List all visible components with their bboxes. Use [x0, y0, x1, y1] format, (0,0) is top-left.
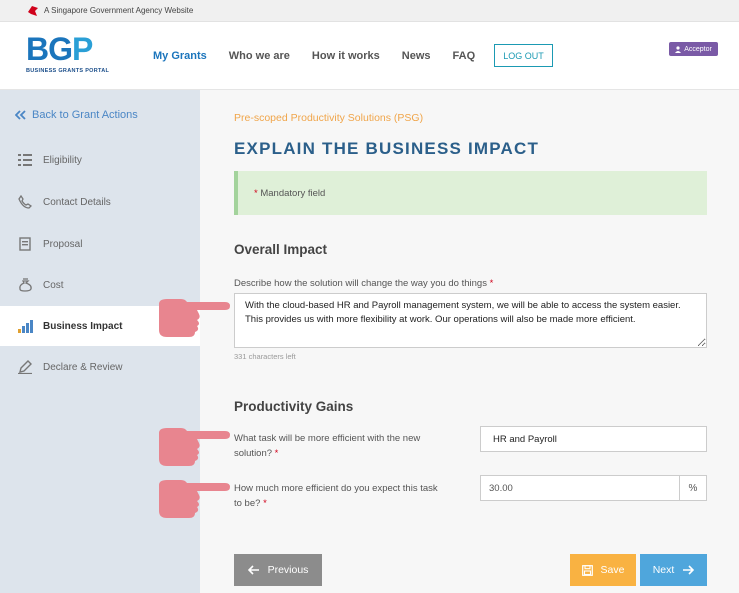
grant-scheme-name: Pre-scoped Productivity Solutions (PSG): [234, 112, 424, 124]
overall-impact-textarea[interactable]: With the cloud-based HR and Payroll mana…: [234, 293, 707, 348]
arrow-right-icon: [683, 565, 695, 575]
efficiency-percentage-label: How much more efficient do you expect th…: [234, 483, 438, 509]
sidebar-item-declare-review[interactable]: Declare & Review: [0, 347, 200, 387]
site-header: BGP BUSINESS GRANTS PORTAL My Grants Who…: [0, 22, 739, 90]
sidebar-item-label: Cost: [43, 279, 64, 291]
overall-impact-label: Describe how the solution will change th…: [234, 278, 494, 289]
sidebar-item-label: Declare & Review: [43, 361, 123, 373]
logout-button[interactable]: LOG OUT: [494, 44, 553, 67]
pointing-hand-icon: [159, 428, 230, 466]
pointing-hand-icon: [159, 299, 230, 337]
sidebar-item-label: Business Impact: [43, 320, 123, 332]
role-badge[interactable]: Acceptor: [669, 42, 718, 56]
role-badge-label: Acceptor: [684, 45, 712, 53]
main-content: Pre-scoped Productivity Solutions (PSG) …: [200, 90, 739, 593]
main-nav: My Grants Who we are How it works News F…: [153, 50, 497, 62]
overall-impact-title: Overall Impact: [234, 242, 328, 257]
money-bag-icon: [17, 277, 33, 293]
back-link-label: Back to Grant Actions: [32, 109, 138, 121]
page-title: EXPLAIN THE BUSINESS IMPACT: [234, 139, 540, 158]
bar-chart-icon: [17, 318, 33, 334]
arrow-left-icon: [247, 565, 259, 575]
sidebar-item-label: Proposal: [43, 238, 83, 250]
sidebar-item-proposal[interactable]: Proposal: [0, 224, 200, 264]
government-banner-text: A Singapore Government Agency Website: [44, 6, 194, 15]
next-button-label: Next: [652, 564, 675, 576]
nav-faq[interactable]: FAQ: [453, 50, 476, 62]
character-count: 331 characters left: [234, 352, 296, 361]
save-button-label: Save: [600, 564, 625, 576]
logo-subtitle: BUSINESS GRANTS PORTAL: [26, 68, 110, 74]
person-icon: [675, 45, 682, 53]
logo-mark: BGP: [26, 31, 93, 67]
list-icon: [17, 152, 33, 168]
back-to-grant-actions-link[interactable]: Back to Grant Actions: [15, 109, 138, 121]
efficient-task-label: What task will be more efficient with th…: [234, 433, 421, 459]
sidebar-item-eligibility[interactable]: Eligibility: [0, 140, 200, 180]
document-icon: [17, 236, 33, 252]
nav-news[interactable]: News: [402, 50, 431, 62]
productivity-gains-title: Productivity Gains: [234, 399, 354, 414]
save-button[interactable]: Save: [570, 554, 636, 586]
previous-button-label: Previous: [267, 564, 309, 576]
next-button[interactable]: Next: [640, 554, 707, 586]
sidebar-item-contact-details[interactable]: Contact Details: [0, 182, 200, 222]
pen-icon: [17, 359, 33, 375]
bgp-logo[interactable]: BGP BUSINESS GRANTS PORTAL: [26, 32, 109, 74]
mandatory-field-text: Mandatory field: [260, 188, 326, 199]
nav-my-grants[interactable]: My Grants: [153, 50, 207, 62]
mandatory-field-notice: * Mandatory field: [234, 171, 707, 215]
percent-addon: %: [680, 475, 707, 501]
nav-who-we-are[interactable]: Who we are: [229, 50, 290, 62]
sidebar-item-label: Contact Details: [43, 196, 111, 208]
efficiency-percentage-input[interactable]: [480, 475, 680, 501]
floppy-disk-icon: [581, 564, 593, 576]
required-star: *: [254, 188, 258, 199]
government-banner: A Singapore Government Agency Website: [0, 0, 739, 22]
nav-how-it-works[interactable]: How it works: [312, 50, 380, 62]
pointing-hand-icon: [159, 480, 230, 518]
phone-icon: [17, 194, 33, 210]
efficient-task-input[interactable]: [480, 426, 707, 452]
lion-head-icon: [28, 6, 38, 16]
previous-button[interactable]: Previous: [234, 554, 322, 586]
sidebar-item-label: Eligibility: [43, 154, 82, 166]
double-chevron-left-icon: [15, 110, 26, 120]
